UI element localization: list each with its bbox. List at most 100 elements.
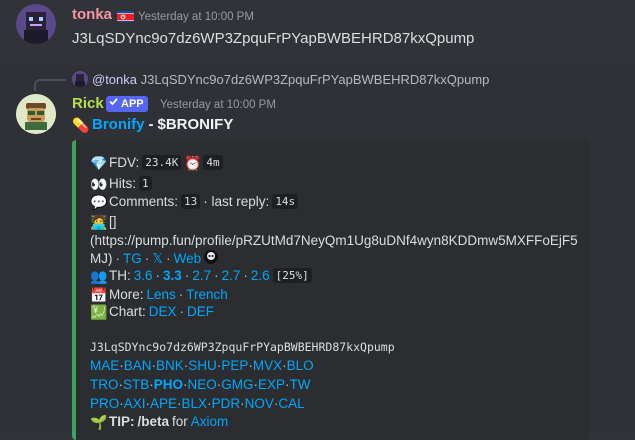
- platform-link[interactable]: PEP: [221, 358, 248, 373]
- th-value-4[interactable]: 2.7: [222, 268, 241, 283]
- pill-icon: 💊: [72, 116, 90, 133]
- platforms-row-3: PRO · AXI · APE · BLX · PDR · NOV · CAL: [90, 396, 305, 411]
- reply-preview[interactable]: @tonka J3LqSDYnc9o7dz6WP3ZpquFrPYapBWBEH…: [92, 72, 489, 87]
- username-rick[interactable]: Rick: [72, 95, 104, 112]
- tip-for: for: [172, 414, 188, 429]
- reply-connector: [34, 79, 66, 91]
- reply-avatar[interactable]: [72, 71, 88, 87]
- embed-title: 💊 Bronify - $BRONIFY: [72, 116, 233, 133]
- th-value-5[interactable]: 2.6: [251, 268, 270, 283]
- timestamp-tonka[interactable]: Yesterday at 10:00 PM: [138, 11, 254, 23]
- diamond-icon: 💎: [90, 154, 108, 171]
- platform-link[interactable]: APE: [150, 396, 177, 411]
- title-separator: -: [148, 116, 154, 133]
- comments-label: Comments:: [109, 194, 179, 209]
- th-value-3[interactable]: 2.7: [192, 268, 211, 283]
- alarm-clock-icon: ⏰: [184, 154, 202, 171]
- platform-link[interactable]: PRO: [90, 396, 119, 411]
- app-badge: APP: [106, 96, 148, 112]
- platform-link[interactable]: NOV: [245, 396, 274, 411]
- address-row: J3LqSDYnc9o7dz6WP3ZpquFrPYapBWBEHRD87kxQ…: [90, 340, 395, 354]
- chart-row: 💹 Chart: DEX · DEF: [90, 303, 215, 320]
- th-percent: [25%]: [272, 268, 312, 283]
- profile-row: 🧑‍💻 []: [90, 214, 117, 229]
- timestamp-rick[interactable]: Yesterday at 10:00 PM: [160, 99, 276, 111]
- hits-value: 1: [139, 176, 152, 191]
- web-link[interactable]: Web: [174, 251, 202, 266]
- flag-icon: [117, 10, 134, 22]
- token-embed: 💎 FDV: 23.4K ⏰ 4m 👀 Hits: 1 💬 Comments: …: [72, 140, 590, 440]
- hits-row: 👀 Hits: 1: [90, 176, 152, 191]
- comments-row: 💬 Comments: 13 · last reply: 14s: [90, 193, 299, 210]
- reply-mention[interactable]: @tonka: [92, 72, 137, 87]
- platform-link[interactable]: PHO: [154, 377, 183, 392]
- platform-link[interactable]: SHU: [188, 358, 217, 373]
- speech-bubble-icon: 💬: [90, 193, 108, 210]
- reply-content: J3LqSDYnc9o7dz6WP3ZpquFrPYapBWBEHRD87kxQ…: [140, 72, 490, 87]
- lens-link[interactable]: Lens: [147, 287, 176, 302]
- message-tonka: tonka Yesterday at 10:00 PM J3LqSDYnc9o7…: [0, 0, 635, 66]
- trench-link[interactable]: Trench: [186, 287, 228, 302]
- profile-url-end[interactable]: MJ): [90, 251, 113, 266]
- platform-link[interactable]: AXI: [124, 396, 146, 411]
- th-value-1[interactable]: 3.6: [134, 268, 153, 283]
- hits-label: Hits:: [109, 176, 136, 191]
- dex-link[interactable]: DEX: [149, 304, 177, 319]
- last-reply-label: · last reply:: [203, 194, 270, 209]
- token-address[interactable]: J3LqSDYnc9o7dz6WP3ZpquFrPYapBWBEHRD87kxQ…: [90, 340, 395, 354]
- chart-yen-icon: 💹: [90, 303, 108, 320]
- platforms-row-2: TRO · STB · PHO · NEO · GMG · EXP · TW: [90, 377, 311, 392]
- platform-link[interactable]: MVX: [253, 358, 282, 373]
- last-reply-value: 14s: [272, 194, 299, 209]
- platform-link[interactable]: EXP: [258, 377, 285, 392]
- seedling-icon: 🌱: [90, 413, 108, 430]
- token-link[interactable]: Bronify: [92, 116, 145, 133]
- socials-row: MJ) · TG · 𝕏 · Web: [90, 250, 219, 267]
- fdv-value: 23.4K: [142, 155, 182, 170]
- axiom-link[interactable]: Axiom: [191, 414, 229, 429]
- tip-command: /beta: [137, 414, 170, 429]
- platform-link[interactable]: TRO: [90, 377, 119, 392]
- platform-link[interactable]: BNK: [156, 358, 184, 373]
- more-row: 📅 More: Lens · Trench: [90, 286, 228, 303]
- platform-link[interactable]: PDR: [212, 396, 241, 411]
- platform-link[interactable]: GMG: [221, 377, 253, 392]
- tg-link[interactable]: TG: [123, 251, 142, 266]
- fdv-label: FDV:: [109, 155, 140, 170]
- verified-check-icon: [108, 96, 119, 112]
- th-row: 👥 TH: 3.6 · 3.3 · 2.7 · 2.7 · 2.6 [25%]: [90, 268, 312, 283]
- skull-icon: [204, 250, 219, 267]
- platform-link[interactable]: CAL: [278, 396, 304, 411]
- th-label: TH:: [109, 268, 131, 283]
- busts-icon: 👥: [90, 267, 108, 284]
- fdv-age: 4m: [203, 155, 223, 170]
- avatar-rick[interactable]: [16, 94, 56, 134]
- platform-link[interactable]: STB: [123, 377, 149, 392]
- message-content: J3LqSDYnc9o7dz6WP3ZpquFrPYapBWBEHRD87kxQ…: [72, 30, 475, 47]
- platform-link[interactable]: BLO: [287, 358, 314, 373]
- tip-label: TIP:: [109, 414, 135, 429]
- platform-link[interactable]: BLX: [182, 396, 208, 411]
- platform-link[interactable]: TW: [290, 377, 311, 392]
- profile-url[interactable]: (https://pump.fun/profile/pRZUtMd7NeyQm1…: [90, 233, 578, 248]
- app-badge-label: APP: [121, 98, 144, 110]
- x-link[interactable]: 𝕏: [152, 251, 163, 267]
- username-tonka[interactable]: tonka: [72, 6, 112, 23]
- token-ticker: $BRONIFY: [157, 116, 234, 133]
- def-link[interactable]: DEF: [187, 304, 214, 319]
- more-label: More:: [109, 287, 144, 302]
- fdv-row: 💎 FDV: 23.4K ⏰ 4m: [90, 155, 223, 170]
- th-value-2[interactable]: 3.3: [163, 268, 182, 283]
- avatar-tonka[interactable]: [16, 4, 56, 44]
- platform-link[interactable]: BAN: [124, 358, 152, 373]
- person-at-computer-icon: 🧑‍💻: [90, 213, 108, 230]
- calendar-icon: 📅: [90, 286, 108, 303]
- chart-label: Chart:: [109, 304, 146, 319]
- platform-link[interactable]: MAE: [90, 358, 119, 373]
- platforms-row-1: MAE · BAN · BNK · SHU · PEP · MVX · BLO: [90, 358, 314, 373]
- comments-value: 13: [181, 194, 201, 209]
- platform-link[interactable]: NEO: [188, 377, 217, 392]
- profile-brackets: []: [109, 214, 117, 229]
- eyes-icon: 👀: [90, 175, 108, 192]
- tip-row: 🌱 TIP: /beta for Axiom: [90, 414, 228, 429]
